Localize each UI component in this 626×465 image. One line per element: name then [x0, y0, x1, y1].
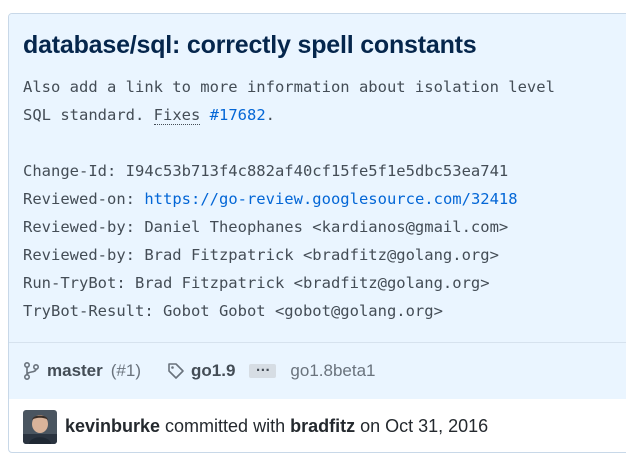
desc-space [200, 106, 209, 124]
fixes-abbr: Fixes [153, 106, 201, 125]
branch-row: master (#1) go1.9 … go1.8beta1 [23, 343, 376, 399]
git-branch-icon [23, 361, 41, 381]
tag-icon [167, 361, 185, 381]
commit-date: Oct 31, 2016 [385, 416, 489, 436]
desc-period: . [265, 106, 276, 124]
on-text: on [360, 416, 381, 436]
commit-description: Also add a link to more information abou… [23, 73, 555, 325]
issue-link[interactable]: #17682 [210, 106, 266, 124]
change-id-value: I94c53b713f4c882af40cf15fe5f1e5dbc53ea74… [125, 162, 509, 180]
desc-line-1: Also add a link to more information abou… [23, 78, 555, 96]
commit-box: database/sql: correctly spell constants … [8, 13, 626, 453]
branch-link[interactable]: master [47, 361, 103, 381]
run-trybot: Run-TryBot: Brad Fitzpatrick <bradfitz@g… [23, 274, 490, 292]
commit-meta: kevinburke committed with bradfitz on Oc… [9, 399, 626, 452]
pr-ref-link[interactable]: (#1) [111, 361, 141, 381]
committed-with-text: committed with [165, 416, 286, 436]
expand-tags-button[interactable]: … [249, 359, 277, 378]
author-link[interactable]: kevinburke [65, 416, 160, 437]
tag-link[interactable]: go1.9 [191, 361, 235, 381]
reviewed-on-label: Reviewed-on: [23, 190, 145, 208]
tag-more-link[interactable]: go1.8beta1 [290, 361, 375, 381]
trybot-result: TryBot-Result: Gobot Gobot <gobot@golang… [23, 302, 443, 320]
commit-header: database/sql: correctly spell constants … [9, 14, 626, 343]
change-id-label: Change-Id: [23, 162, 126, 180]
avatar[interactable] [23, 409, 57, 444]
reviewed-by-2: Reviewed-by: Brad Fitzpatrick <bradfitz@… [23, 246, 499, 264]
commit-branches: master (#1) go1.9 … go1.8beta1 [9, 342, 626, 399]
reviewed-by-1: Reviewed-by: Daniel Theophanes <kardiano… [23, 218, 509, 236]
committer-link[interactable]: bradfitz [290, 416, 355, 437]
commit-title: database/sql: correctly spell constants [23, 31, 477, 59]
review-link[interactable]: https://go-review.googlesource.com/32418 [144, 190, 517, 208]
desc-line-2-prefix: SQL standard. [23, 106, 154, 124]
